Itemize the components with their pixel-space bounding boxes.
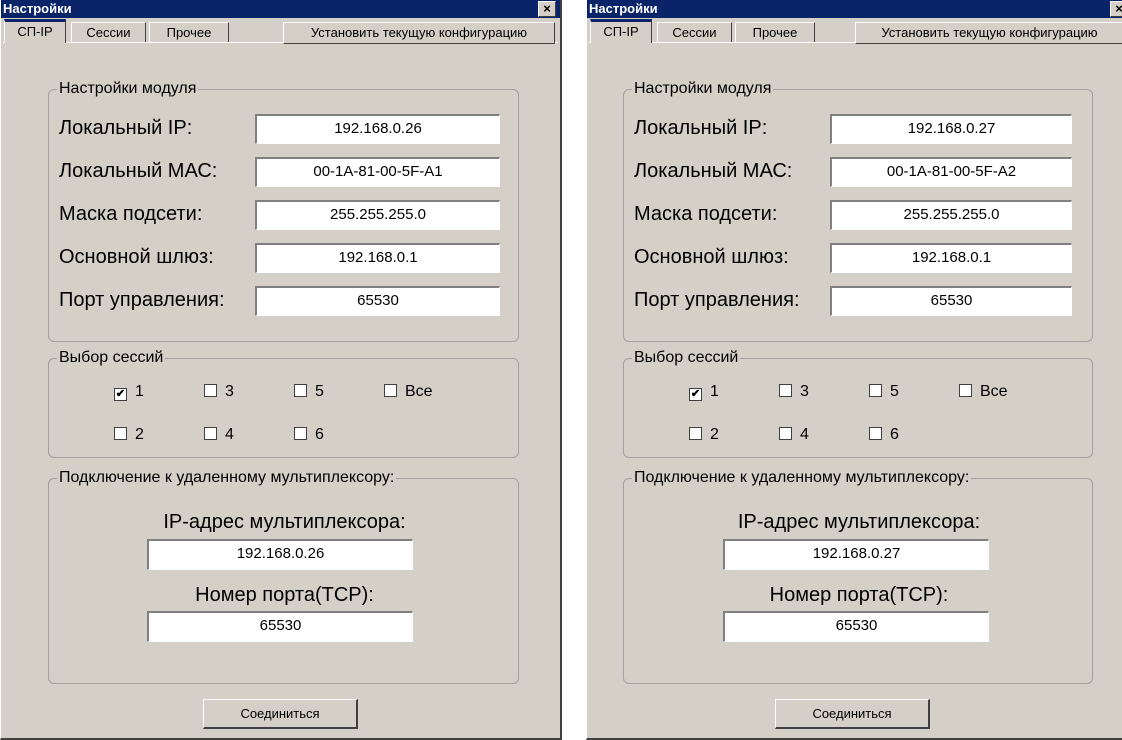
local-ip-field[interactable]: 192.168.0.27 — [830, 114, 1072, 144]
gateway-field[interactable]: 192.168.0.1 — [255, 243, 500, 273]
gateway-label: Основной шлюз: — [634, 246, 789, 268]
session-4-checkbox[interactable]: 4 — [779, 426, 809, 444]
tab-sessions[interactable]: Сессии — [71, 22, 146, 42]
checkbox-box[interactable] — [114, 427, 127, 440]
group-legend: Выбор сессий — [57, 348, 166, 368]
tab-sessions[interactable]: Сессии — [657, 22, 732, 42]
sessions-group: Выбор сессий ✔ 1 3 5 Все 2 4 6 — [623, 348, 1093, 458]
settings-window-1: Настройки × СП-IP Сессии Прочее Установи… — [0, 0, 562, 740]
session-4-checkbox[interactable]: 4 — [204, 426, 234, 444]
local-ip-field[interactable]: 192.168.0.26 — [255, 114, 500, 144]
mux-ip-field[interactable]: 192.168.0.26 — [147, 539, 413, 570]
sessions-group: Выбор сессий ✔ 1 3 5 Все 2 4 6 — [48, 348, 519, 458]
session-2-checkbox[interactable]: 2 — [689, 426, 719, 444]
session-3-checkbox[interactable]: 3 — [204, 383, 234, 401]
subnet-mask-label: Маска подсети: — [59, 203, 203, 225]
module-settings-group: Настройки модуля Локальный IP: 192.168.0… — [623, 79, 1093, 342]
apply-config-button[interactable]: Установить текущую конфигурацию — [855, 22, 1122, 44]
connect-button[interactable]: Соединиться — [775, 699, 930, 729]
group-legend: Подключение к удаленному мультиплексору: — [57, 468, 397, 488]
mux-ip-field[interactable]: 192.168.0.27 — [723, 539, 989, 570]
local-mac-field[interactable]: 00-1A-81-00-5F-A2 — [830, 157, 1072, 187]
subnet-mask-field[interactable]: 255.255.255.0 — [830, 200, 1072, 230]
local-mac-label: Локальный МАС: — [634, 160, 793, 182]
checkbox-box[interactable] — [959, 384, 972, 397]
checkbox-box[interactable] — [689, 427, 702, 440]
gateway-label: Основной шлюз: — [59, 246, 214, 268]
group-legend: Выбор сессий — [632, 348, 741, 368]
remote-mux-group: Подключение к удаленному мультиплексору:… — [48, 468, 519, 684]
local-mac-label: Локальный МАС: — [59, 160, 218, 182]
remote-mux-group: Подключение к удаленному мультиплексору:… — [623, 468, 1093, 684]
control-port-label: Порт управления: — [59, 289, 225, 311]
group-legend: Настройки модуля — [632, 79, 774, 99]
tcp-port-field[interactable]: 65530 — [147, 611, 413, 642]
checkbox-box[interactable]: ✔ — [114, 388, 127, 401]
window-title: Настройки — [1, 0, 560, 18]
control-port-field[interactable]: 65530 — [830, 286, 1072, 316]
checkbox-box[interactable] — [294, 427, 307, 440]
session-1-checkbox[interactable]: ✔ 1 — [114, 383, 144, 401]
session-3-checkbox[interactable]: 3 — [779, 383, 809, 401]
local-ip-label: Локальный IP: — [634, 117, 768, 139]
session-5-checkbox[interactable]: 5 — [294, 383, 324, 401]
checkbox-box[interactable] — [204, 427, 217, 440]
checkbox-box[interactable] — [869, 427, 882, 440]
session-5-checkbox[interactable]: 5 — [869, 383, 899, 401]
close-icon[interactable]: × — [538, 1, 556, 17]
tcp-port-field[interactable]: 65530 — [723, 611, 989, 642]
checkbox-box[interactable] — [384, 384, 397, 397]
checkbox-box[interactable] — [779, 427, 792, 440]
tab-sp-ip[interactable]: СП-IP — [4, 19, 66, 43]
tcp-port-label: Номер порта(TCP): — [195, 584, 374, 606]
window-title: Настройки — [587, 0, 1122, 18]
session-6-checkbox[interactable]: 6 — [869, 426, 899, 444]
session-all-checkbox[interactable]: Все — [384, 383, 433, 401]
group-legend: Подключение к удаленному мультиплексору: — [632, 468, 972, 488]
session-all-checkbox[interactable]: Все — [959, 383, 1008, 401]
tab-other[interactable]: Прочее — [149, 22, 229, 42]
checkbox-box[interactable] — [779, 384, 792, 397]
close-icon[interactable]: × — [1110, 1, 1122, 17]
checkbox-box[interactable] — [869, 384, 882, 397]
mux-ip-label: IP-адрес мультиплексора: — [163, 511, 406, 533]
gateway-field[interactable]: 192.168.0.1 — [830, 243, 1072, 273]
group-legend: Настройки модуля — [57, 79, 199, 99]
local-mac-field[interactable]: 00-1A-81-00-5F-A1 — [255, 157, 500, 187]
apply-config-button[interactable]: Установить текущую конфигурацию — [283, 22, 555, 44]
control-port-field[interactable]: 65530 — [255, 286, 500, 316]
subnet-mask-field[interactable]: 255.255.255.0 — [255, 200, 500, 230]
settings-window-2: Настройки × СП-IP Сессии Прочее Установи… — [586, 0, 1122, 740]
tcp-port-label: Номер порта(TCP): — [769, 584, 949, 606]
tab-sp-ip[interactable]: СП-IP — [590, 19, 652, 43]
module-settings-group: Настройки модуля Локальный IP: 192.168.0… — [48, 79, 519, 342]
mux-ip-label: IP-адрес мультиплексора: — [737, 511, 981, 533]
session-2-checkbox[interactable]: 2 — [114, 426, 144, 444]
checkbox-box[interactable] — [204, 384, 217, 397]
checkbox-box[interactable]: ✔ — [689, 388, 702, 401]
session-1-checkbox[interactable]: ✔ 1 — [689, 383, 719, 401]
subnet-mask-label: Маска подсети: — [634, 203, 778, 225]
checkbox-box[interactable] — [294, 384, 307, 397]
local-ip-label: Локальный IP: — [59, 117, 193, 139]
control-port-label: Порт управления: — [634, 289, 800, 311]
connect-button[interactable]: Соединиться — [203, 699, 358, 729]
session-6-checkbox[interactable]: 6 — [294, 426, 324, 444]
tab-other[interactable]: Прочее — [735, 22, 815, 42]
